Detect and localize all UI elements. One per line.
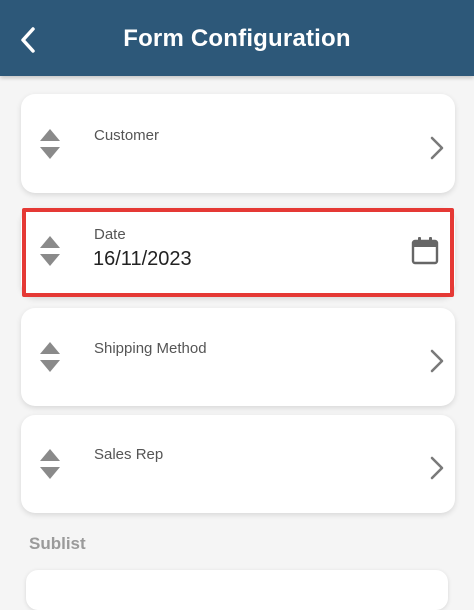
field-label: Shipping Method: [94, 340, 207, 357]
chevron-right-icon[interactable]: [427, 346, 447, 376]
field-card-date[interactable]: Date 16/11/2023: [21, 208, 455, 297]
sort-handle-icon[interactable]: [38, 447, 62, 481]
page-title: Form Configuration: [123, 25, 351, 52]
calendar-icon[interactable]: [411, 236, 439, 266]
field-card-shipping-method[interactable]: Shipping Method: [21, 308, 455, 406]
field-card-customer[interactable]: Customer: [21, 94, 455, 193]
sublist-card[interactable]: [26, 570, 448, 610]
sort-handle-icon[interactable]: [38, 234, 62, 268]
chevron-right-icon[interactable]: [427, 133, 447, 163]
field-label: Date: [94, 226, 126, 243]
sublist-heading: Sublist: [29, 534, 86, 553]
sort-handle-icon[interactable]: [38, 340, 62, 374]
chevron-right-icon[interactable]: [427, 453, 447, 483]
field-card-sales-rep[interactable]: Sales Rep: [21, 415, 455, 513]
field-label: Sales Rep: [94, 446, 164, 463]
sort-handle-icon[interactable]: [38, 127, 62, 161]
app-header: Form Configuration: [0, 0, 474, 76]
field-label: Customer: [94, 127, 160, 144]
date-value[interactable]: 16/11/2023: [93, 248, 192, 271]
